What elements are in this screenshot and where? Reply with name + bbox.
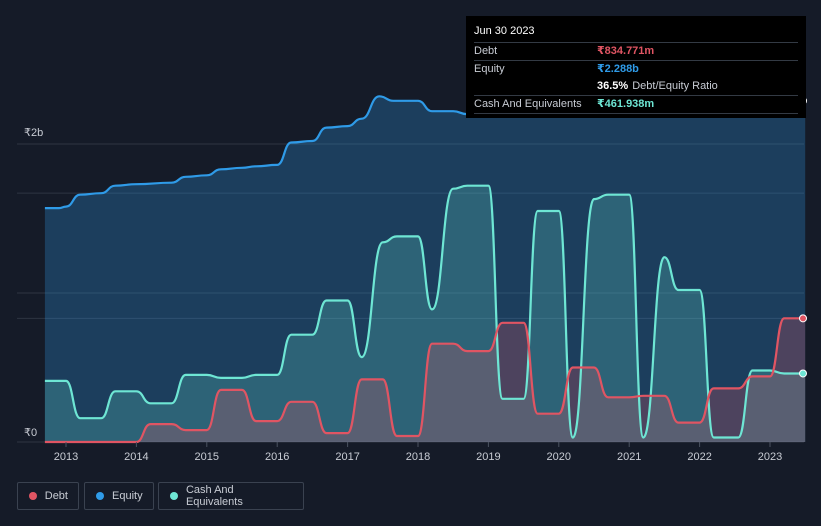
legend-cash-label: Cash And Equivalents <box>185 484 243 508</box>
x-tick-label-2013: 2013 <box>54 451 78 463</box>
x-tick-label-2017: 2017 <box>335 451 359 463</box>
tooltip-date: Jun 30 2023 <box>474 22 798 43</box>
tooltip-row-ratio: 36.5% Debt/Equity Ratio <box>474 78 798 96</box>
tooltip-row-cash: Cash And Equivalents ₹461.938m <box>474 96 798 114</box>
legend-equity-label: Equity <box>112 490 143 502</box>
tooltip-debt-value: ₹834.771m <box>597 45 655 57</box>
debt-legend-dot-icon <box>29 492 37 500</box>
legend-item-debt[interactable]: Debt <box>17 482 79 510</box>
legend-item-cash[interactable]: Cash And Equivalents <box>158 482 304 510</box>
tooltip-panel: Jun 30 2023 Debt ₹834.771m Equity ₹2.288… <box>466 16 806 118</box>
tooltip-cash-label: Cash And Equivalents <box>474 98 582 110</box>
x-tick-label-2018: 2018 <box>406 451 430 463</box>
tooltip-ratio-value: 36.5% <box>597 80 629 92</box>
tooltip-row-equity: Equity ₹2.288b <box>474 61 798 78</box>
x-tick-label-2014: 2014 <box>124 451 148 463</box>
tooltip-equity-label: Equity <box>474 63 505 75</box>
x-tick-label-2023: 2023 <box>758 451 782 463</box>
tooltip-row-debt: Debt ₹834.771m <box>474 43 798 61</box>
x-tick-label-2016: 2016 <box>265 451 289 463</box>
x-tick-label-2015: 2015 <box>195 451 219 463</box>
y-tick-label-top: ₹2b <box>24 127 43 139</box>
y-tick-label-zero: ₹0 <box>24 427 37 439</box>
x-axis-ticks: 2013 2014 2015 2016 2017 2018 2019 2020 2021 2022… <box>54 442 782 463</box>
x-tick-label-2022: 2022 <box>687 451 711 463</box>
cash-and-equivalents-endpoint-marker <box>799 369 807 378</box>
tooltip-ratio-label: Debt/Equity Ratio <box>632 80 718 92</box>
tooltip-equity-value: ₹2.288b <box>597 63 639 75</box>
tooltip-debt-label: Debt <box>474 45 498 57</box>
cash-legend-dot-icon <box>170 492 178 500</box>
debt-endpoint-marker <box>799 314 807 323</box>
equity-legend-dot-icon <box>96 492 104 500</box>
tooltip-cash-value: ₹461.938m <box>597 98 655 110</box>
x-tick-label-2021: 2021 <box>617 451 641 463</box>
legend-debt-label: Debt <box>44 490 68 502</box>
tooltip-ratio-spacer <box>474 78 597 95</box>
legend-item-equity[interactable]: Equity <box>84 482 154 510</box>
x-tick-label-2020: 2020 <box>547 451 571 463</box>
x-tick-label-2019: 2019 <box>476 451 500 463</box>
